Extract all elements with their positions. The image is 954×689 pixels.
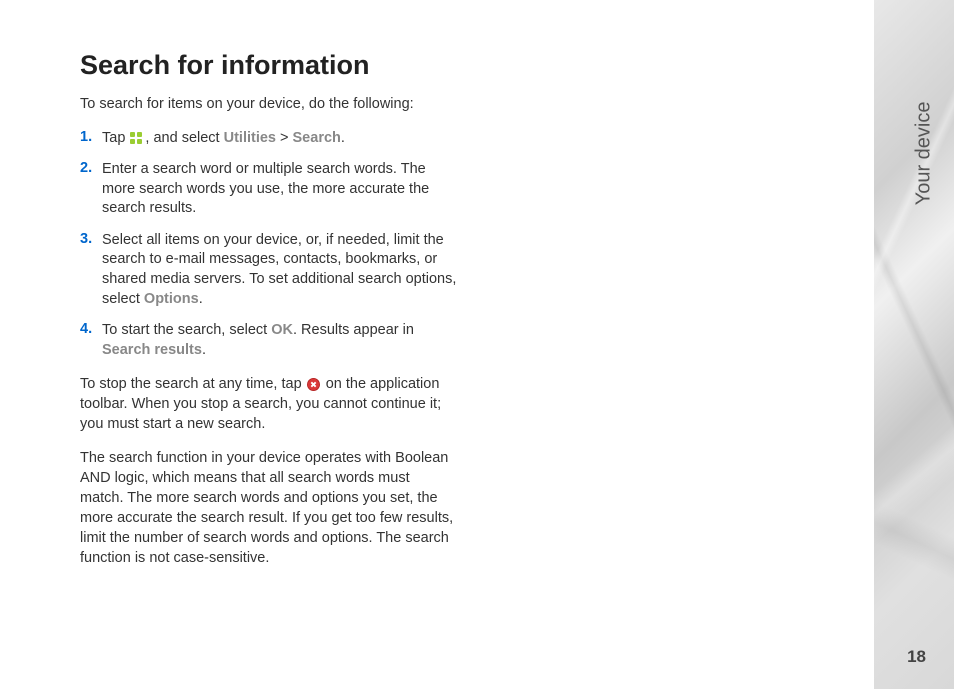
option-bold: Search results — [102, 342, 202, 358]
page-heading: Search for information — [80, 50, 457, 81]
option-bold: OK — [271, 322, 293, 338]
section-label: Your device — [913, 102, 936, 206]
spacer — [497, 0, 874, 689]
step-item: 1. Tap , and select Utilities > Search. — [80, 129, 457, 149]
step-number: 3. — [80, 231, 102, 309]
step-number: 1. — [80, 129, 102, 149]
grid-apps-icon — [129, 131, 145, 145]
page-number: 18 — [907, 647, 926, 667]
paragraph: The search function in your device opera… — [80, 448, 457, 568]
step-text: Select all items on your device, or, if … — [102, 231, 457, 309]
step-number: 4. — [80, 321, 102, 360]
step-text: Enter a search word or multiple search w… — [102, 160, 457, 219]
step-item: 4. To start the search, select OK. Resul… — [80, 321, 457, 360]
document-page: Search for information To search for ite… — [0, 0, 954, 689]
step-list: 1. Tap , and select Utilities > Search. … — [80, 129, 457, 361]
content-column: Search for information To search for ite… — [0, 0, 497, 689]
step-number: 2. — [80, 160, 102, 219]
option-bold: Options — [144, 291, 199, 307]
menu-path-bold: Search — [293, 130, 341, 146]
menu-path-bold: Utilities — [224, 130, 276, 146]
side-tab: Your device 18 — [874, 0, 954, 689]
step-item: 3. Select all items on your device, or, … — [80, 231, 457, 309]
intro-text: To search for items on your device, do t… — [80, 95, 457, 115]
stop-icon — [306, 377, 322, 391]
step-text: To start the search, select OK. Results … — [102, 321, 457, 360]
paragraph: To stop the search at any time, tap on t… — [80, 374, 457, 434]
step-text: Tap , and select Utilities > Search. — [102, 129, 345, 149]
step-item: 2. Enter a search word or multiple searc… — [80, 160, 457, 219]
